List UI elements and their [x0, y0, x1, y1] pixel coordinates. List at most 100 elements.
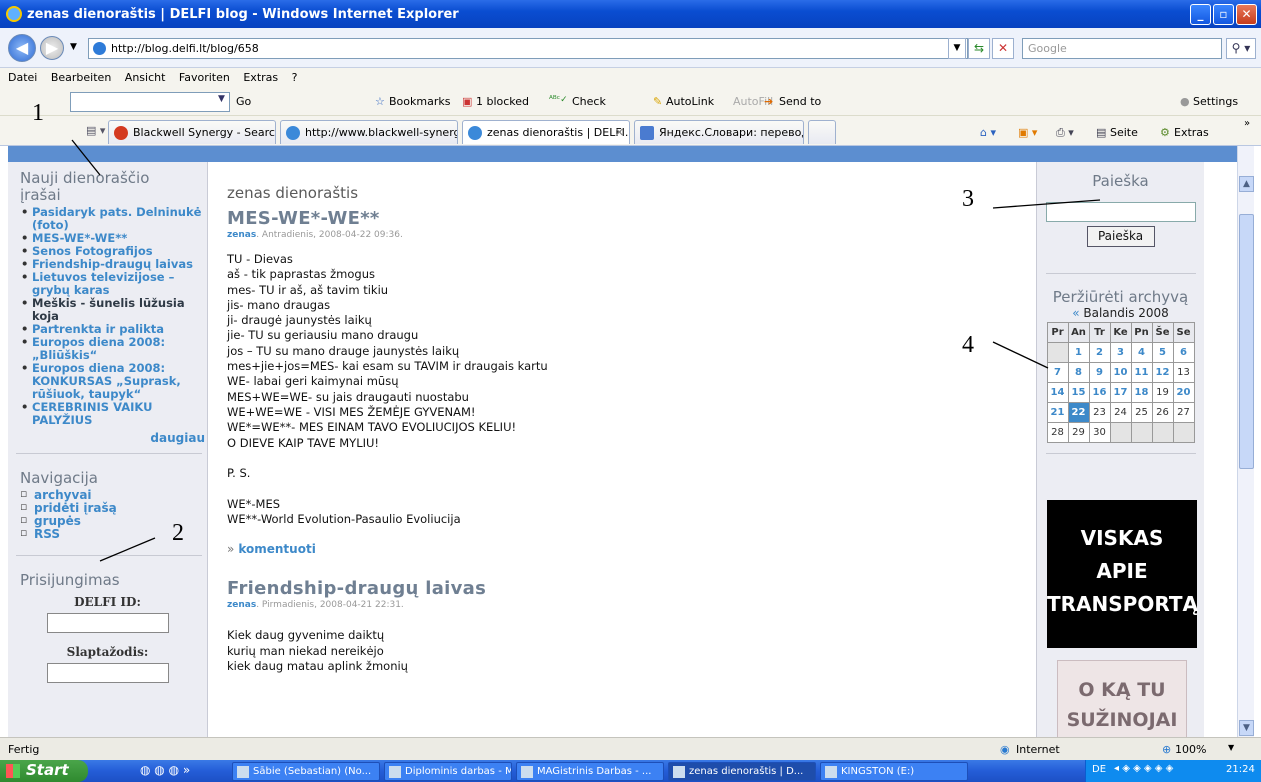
extras-menu-button[interactable]: Extras — [1174, 126, 1209, 139]
tab-list-icon[interactable]: ▤ ▾ — [86, 124, 105, 137]
menu-extras[interactable]: Extras — [243, 71, 278, 84]
taskbar-item[interactable]: MAGistrinis Darbas - ... — [516, 762, 664, 781]
go-button[interactable]: Go — [236, 95, 251, 108]
taskbar: Start ◍ ◍ ◍ » Sābie (Sebastian) (No... D… — [0, 760, 1261, 782]
tab-blackwell-search[interactable]: Blackwell Synergy - Search R... — [108, 120, 276, 144]
post-line: aš - tik paprastas žmogus — [227, 267, 375, 282]
post-title-link[interactable]: Friendship-draugų laivas — [227, 578, 1029, 599]
menu-favoriten[interactable]: Favoriten — [179, 71, 230, 84]
tab-close-icon[interactable]: ✕ — [615, 126, 624, 139]
menu-help[interactable]: ? — [292, 71, 298, 84]
new-post-link[interactable]: Lietuvos televizijose – grybų karas — [20, 271, 206, 297]
vertical-scrollbar[interactable]: ▲ ▼ — [1237, 146, 1254, 737]
tab-blackwell-synergy[interactable]: http://www.blackwell-synerg... — [280, 120, 458, 144]
calendar-day[interactable]: 16 — [1088, 382, 1111, 403]
forward-button[interactable]: ▶ — [40, 36, 64, 60]
calendar-day[interactable]: 17 — [1109, 382, 1132, 403]
print-icon[interactable]: ⎙ ▾ — [1056, 126, 1074, 140]
refresh-button[interactable]: ⇆ — [968, 38, 990, 59]
calendar-day[interactable]: 18 — [1130, 382, 1153, 403]
feeds-icon[interactable]: ▣ ▾ — [1018, 126, 1037, 139]
menu-bearbeiten[interactable]: Bearbeiten — [51, 71, 111, 84]
new-post-link[interactable]: Europos diena 2008: KONKURSAS „Suprask, … — [20, 362, 206, 401]
back-button[interactable]: ◀ — [8, 34, 36, 62]
scroll-down-arrow[interactable]: ▼ — [1239, 720, 1254, 736]
taskbar-item[interactable]: Sābie (Sebastian) (No... — [232, 762, 380, 781]
scroll-thumb[interactable] — [1239, 214, 1254, 469]
calendar-day[interactable]: 3 — [1109, 342, 1132, 363]
calendar-day[interactable]: 22 — [1067, 402, 1090, 423]
calendar-day[interactable]: 8 — [1067, 362, 1090, 383]
check-button[interactable]: Check — [572, 95, 606, 108]
bookmarks-button[interactable]: Bookmarks — [389, 95, 450, 108]
new-tab-button[interactable] — [808, 120, 836, 144]
calendar-day[interactable]: 14 — [1046, 382, 1069, 403]
calendar-day[interactable]: 21 — [1046, 402, 1069, 423]
post-meta: zenas. Pirmadienis, 2008-04-21 22:31. — [227, 600, 1029, 610]
history-dropdown-icon[interactable]: ▼ — [70, 42, 77, 52]
taskbar-item-active[interactable]: zenas dienoraštis | D... — [668, 762, 816, 781]
blocked-button[interactable]: 1 blocked — [476, 95, 529, 108]
more-link[interactable]: daugiau — [8, 431, 207, 445]
comment-link[interactable]: komentuoti — [238, 542, 315, 556]
home-icon[interactable]: ⌂ ▾ — [980, 126, 996, 139]
page-menu-button[interactable]: Seite — [1110, 126, 1138, 139]
settings-button[interactable]: Settings — [1193, 95, 1238, 108]
menu-datei[interactable]: Datei — [8, 71, 37, 84]
blog-search-button[interactable]: Paieška — [1086, 226, 1155, 247]
zoom-dropdown-icon[interactable]: ▼ — [1228, 743, 1234, 752]
tab-zenas-blog[interactable]: zenas dienoraštis | DELFI... ✕ — [462, 120, 630, 144]
post-author-link[interactable]: zenas — [227, 600, 256, 610]
calendar-day[interactable]: 10 — [1109, 362, 1132, 383]
scroll-up-arrow[interactable]: ▲ — [1239, 176, 1254, 192]
calendar-day[interactable]: 7 — [1046, 362, 1069, 383]
secondary-ad-banner[interactable]: O KĄ TU SUŽINOJAI — [1057, 660, 1187, 737]
search-button[interactable]: ⚲ ▾ — [1226, 38, 1256, 59]
combo-dropdown-icon[interactable]: ▼ — [218, 94, 225, 104]
delfi-id-input[interactable] — [46, 613, 169, 633]
calendar-day[interactable]: 2 — [1088, 342, 1111, 363]
calendar-day[interactable]: 11 — [1130, 362, 1153, 383]
calendar-day[interactable]: 12 — [1151, 362, 1174, 383]
stop-button[interactable]: ✕ — [992, 38, 1014, 59]
url-field[interactable]: http://blog.delfi.lt/blog/658 — [88, 38, 968, 59]
calendar-day[interactable]: 4 — [1130, 342, 1153, 363]
calendar-day[interactable]: 6 — [1172, 342, 1195, 363]
send-to-button[interactable]: Send to — [779, 95, 821, 108]
annotation-label-4: 4 — [962, 332, 974, 358]
annotation-label-3: 3 — [962, 186, 974, 212]
zoom-level[interactable]: 100% — [1175, 743, 1206, 756]
minimize-button[interactable]: _ — [1190, 4, 1211, 25]
autolink-button[interactable]: AutoLink — [666, 95, 714, 108]
quicklaunch-icons[interactable]: ◍ ◍ ◍ » — [140, 763, 190, 777]
tray-icons[interactable]: ◂ ◈ ◈ ◈ ◈ ◈ — [1114, 763, 1173, 774]
new-post-link[interactable]: Pasidaryk pats. Delninukė (foto) — [20, 206, 206, 232]
url-dropdown-button[interactable]: ▼ — [948, 38, 966, 59]
new-post-link[interactable]: Europos diena 2008: „Bliūškis“ — [20, 336, 206, 362]
chevron-right-icon[interactable]: » — [1244, 118, 1250, 129]
new-post-link[interactable]: CEREBRINIS VAIKU PALYŽIUS — [20, 401, 206, 427]
toolbar-search-combo[interactable] — [70, 92, 230, 112]
transport-ad-banner[interactable]: VISKAS APIE TRANSPORTĄ — [1047, 500, 1198, 648]
menu-ansicht[interactable]: Ansicht — [125, 71, 166, 84]
post-author-link[interactable]: zenas — [227, 230, 256, 240]
close-button[interactable]: ✕ — [1236, 4, 1257, 25]
password-input[interactable] — [46, 663, 169, 683]
tab-yandex[interactable]: Яндекс.Словари: перевод ... — [634, 120, 804, 144]
start-button[interactable]: Start — [0, 760, 88, 782]
new-post-link[interactable]: Meškis - šunelis lūžusia koja — [20, 297, 206, 323]
taskbar-item[interactable]: Diplominis darbas - Mi... — [384, 762, 512, 781]
calendar-prev-link[interactable]: « — [1072, 306, 1079, 320]
calendar-day[interactable]: 9 — [1088, 362, 1111, 383]
maximize-button[interactable]: ▫ — [1213, 4, 1234, 25]
calendar-day[interactable]: 1 — [1067, 342, 1090, 363]
post-title-link[interactable]: MES-WE*-WE** — [227, 208, 1029, 229]
calendar-weekday: An — [1067, 322, 1090, 343]
calendar-day[interactable]: 15 — [1067, 382, 1090, 403]
calendar-day[interactable]: 20 — [1172, 382, 1195, 403]
calendar-day[interactable]: 5 — [1151, 342, 1174, 363]
search-input[interactable]: Google — [1022, 38, 1222, 59]
language-indicator[interactable]: DE — [1092, 764, 1106, 775]
taskbar-item[interactable]: KINGSTON (E:) — [820, 762, 968, 781]
blog-search-input[interactable] — [1045, 202, 1196, 222]
